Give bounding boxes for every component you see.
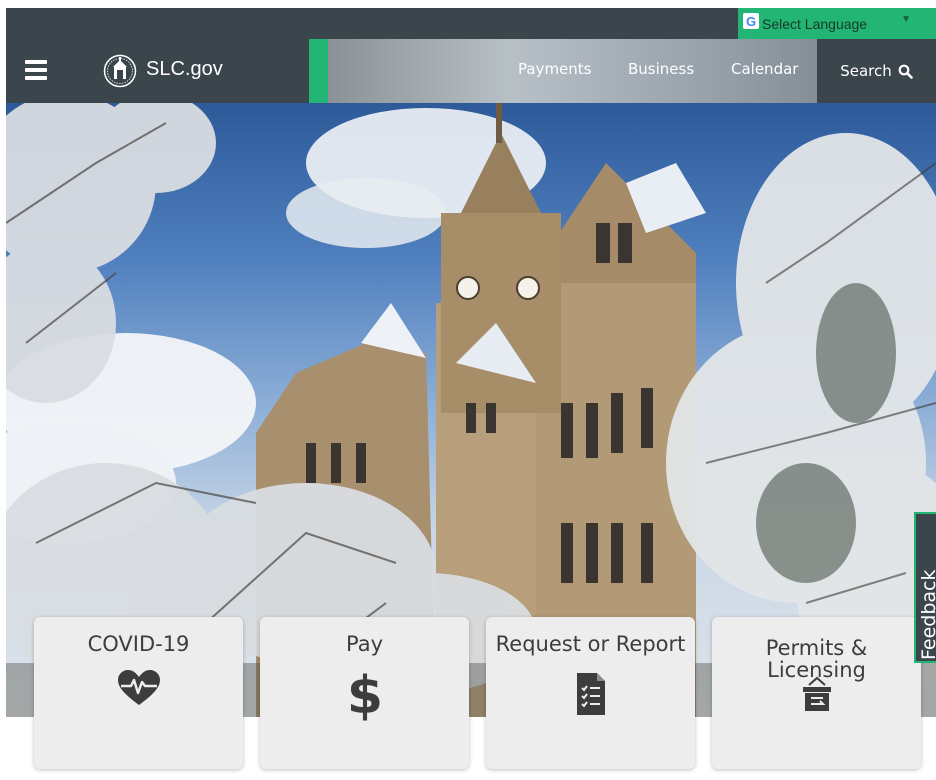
card-label: Request or Report bbox=[495, 632, 686, 656]
card-label: COVID-19 bbox=[87, 632, 190, 656]
search-label: Search bbox=[840, 62, 892, 80]
nav-link-business[interactable]: Business bbox=[628, 60, 694, 78]
search-button[interactable]: Search bbox=[817, 39, 936, 103]
checklist-document-icon bbox=[576, 673, 605, 715]
card-covid-19[interactable]: COVID-19 bbox=[34, 617, 243, 769]
feedback-label: Feedback bbox=[918, 569, 936, 660]
nav-link-payments[interactable]: Payments bbox=[518, 60, 591, 78]
card-label-line1: Permits & bbox=[765, 636, 868, 660]
svg-text:$: $ bbox=[348, 666, 382, 721]
header-accent-bar bbox=[309, 39, 328, 103]
search-icon bbox=[898, 64, 913, 79]
dropdown-arrow-icon: ▼ bbox=[901, 14, 911, 25]
google-icon: G bbox=[743, 13, 759, 29]
language-selector[interactable]: G Select Language ▼ bbox=[738, 8, 936, 39]
dollar-icon: $ bbox=[348, 666, 382, 721]
nav-link-calendar[interactable]: Calendar bbox=[731, 60, 798, 78]
card-permits-licensing[interactable]: Permits & Licensing bbox=[712, 617, 921, 769]
hamburger-menu-icon[interactable] bbox=[25, 60, 47, 80]
site-logo-text[interactable]: SLC.gov bbox=[146, 58, 223, 81]
feedback-tab[interactable]: Feedback bbox=[914, 512, 936, 663]
permit-box-icon bbox=[802, 676, 831, 711]
page: G Select Language ▼ SLC.gov Payments Bus… bbox=[0, 0, 936, 780]
card-label: Pay bbox=[345, 632, 384, 656]
logo-main: SLC bbox=[146, 58, 185, 80]
card-request-or-report[interactable]: Request or Report bbox=[486, 617, 695, 769]
city-seal-icon[interactable] bbox=[103, 54, 137, 88]
card-pay[interactable]: Pay $ bbox=[260, 617, 469, 769]
language-label: Select Language bbox=[762, 15, 868, 32]
logo-tld: .gov bbox=[184, 58, 223, 80]
heartbeat-icon bbox=[117, 670, 160, 705]
